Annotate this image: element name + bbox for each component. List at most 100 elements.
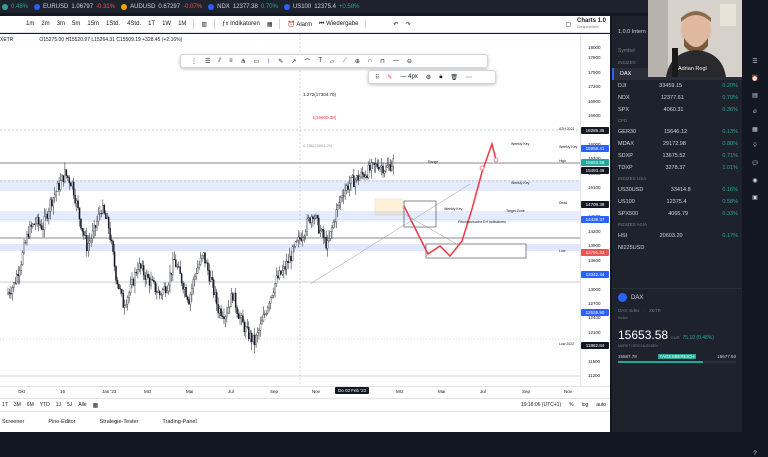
- candle: [382, 165, 384, 174]
- settings-icon[interactable]: ⚙: [426, 74, 431, 81]
- log-toggle[interactable]: log: [582, 402, 589, 408]
- candle: [215, 292, 218, 305]
- layout-button[interactable]: Charts 1.0 Gespeichert: [577, 18, 606, 30]
- delete-icon[interactable]: 🗑︎: [450, 74, 458, 81]
- price-chart[interactable]: 1.272(17304.79) 1(16600.38) 0.786(15994.…: [0, 34, 585, 386]
- range-button[interactable]: YTD: [40, 402, 50, 408]
- ideas-icon[interactable]: 💡︎: [753, 143, 757, 150]
- range-button[interactable]: 1T: [2, 402, 8, 408]
- watchlist-row[interactable]: HSI 20603.20 0.17%: [612, 230, 742, 242]
- grip-icon[interactable]: ⋮: [191, 58, 197, 65]
- undo-icon[interactable]: ↶: [393, 21, 398, 28]
- watchlist-row[interactable]: US30USD 33414.8 0.16%: [612, 184, 742, 196]
- text-icon[interactable]: T: [318, 58, 322, 64]
- ticker-item[interactable]: NDX 12377.38 0.70%: [208, 3, 278, 10]
- arrow-icon[interactable]: ↗: [291, 58, 296, 65]
- streams-icon[interactable]: ◉: [752, 177, 757, 184]
- interval-button[interactable]: 3m: [57, 21, 65, 27]
- candle: [100, 212, 103, 214]
- help-icon[interactable]: ?: [753, 451, 756, 457]
- candles-icon[interactable]: ▥: [201, 21, 207, 28]
- bottom-tab[interactable]: Strategie-Tester: [100, 419, 139, 425]
- percent-toggle[interactable]: %: [569, 402, 573, 408]
- templates-icon[interactable]: ▦: [267, 21, 273, 28]
- bottom-tab[interactable]: Trading-Panel: [162, 419, 196, 425]
- watchlist-row[interactable]: MDAX 29172.98 0.88%: [612, 138, 742, 150]
- replay-button[interactable]: ⏮ Wiedergabe: [319, 21, 358, 28]
- range-button[interactable]: Alle: [78, 402, 86, 408]
- auto-toggle[interactable]: auto: [596, 402, 606, 408]
- fib-icon[interactable]: ≡: [229, 58, 233, 64]
- watchlist-row[interactable]: US100 12375.4 0.58%: [612, 196, 742, 208]
- interval-button[interactable]: 1Std.: [106, 21, 120, 27]
- date-range-icon[interactable]: ▦: [93, 402, 99, 409]
- hline-icon[interactable]: ☰: [205, 58, 210, 65]
- magnet-icon[interactable]: ∩: [368, 58, 372, 64]
- watchlist-change: 0.70%: [722, 95, 738, 101]
- watchlist-row[interactable]: NDX 12377.61 0.70%: [612, 92, 742, 104]
- candle: [18, 270, 21, 277]
- measure-icon[interactable]: ⟋: [343, 58, 347, 65]
- data-window-icon[interactable]: ▤: [752, 92, 758, 99]
- alarm-button[interactable]: ⏰ Alarm: [287, 21, 312, 28]
- watchlist-icon[interactable]: ☰: [752, 58, 757, 65]
- ticker-item[interactable]: EURUSD 1.06797 -0.31%: [34, 3, 115, 10]
- lock-icon[interactable]: 🔒︎: [439, 74, 442, 81]
- ticker-item[interactable]: US100 12375.4 +0.58%: [283, 3, 359, 10]
- watchlist-row[interactable]: DJI 33459.15 0.20%: [612, 80, 742, 92]
- layout-grid-icon[interactable]: ▢: [565, 21, 571, 28]
- calendar-icon[interactable]: ▦: [752, 126, 758, 133]
- interval-button[interactable]: 5m: [72, 21, 80, 27]
- hotlist-icon[interactable]: 🔥︎: [753, 109, 757, 116]
- chat-icon[interactable]: 💬︎: [751, 160, 759, 167]
- line-width-selector[interactable]: — 4px: [400, 74, 417, 80]
- channel-icon[interactable]: ⫽: [218, 58, 221, 65]
- marker-icon[interactable]: ⌒: [304, 57, 310, 66]
- watchlist-row[interactable]: SPX500 4065.79 0.33%: [612, 208, 742, 220]
- close-icon[interactable]: ⊖: [407, 58, 412, 65]
- brush-icon[interactable]: ⌇: [267, 58, 270, 65]
- range-button[interactable]: 5J: [67, 402, 72, 408]
- interval-button[interactable]: 2m: [41, 21, 49, 27]
- color-pen-icon[interactable]: ✎: [387, 74, 392, 81]
- range-button[interactable]: 3M: [14, 402, 21, 408]
- interval-button[interactable]: 1T: [148, 21, 155, 27]
- range-button[interactable]: 1J: [56, 402, 61, 408]
- price-tag-value: 14709.38: [585, 202, 605, 207]
- interval-button[interactable]: 4Std.: [127, 21, 141, 27]
- watchlist-row[interactable]: NI225USD: [612, 242, 742, 254]
- hide-icon[interactable]: —: [393, 58, 399, 64]
- bottom-tab[interactable]: Screener: [2, 419, 24, 425]
- shape-icon[interactable]: ▱: [330, 58, 335, 65]
- watchlist-row[interactable]: SPX 4060.31 0.36%: [612, 104, 742, 116]
- ticker-item[interactable]: AUDUSD 0.67297 -0.07%: [121, 3, 202, 10]
- interval-button[interactable]: 15m: [87, 21, 99, 27]
- ruler-icon[interactable]: ▭: [254, 58, 260, 65]
- candle: [386, 165, 389, 168]
- ticker-item[interactable]: 0.48%: [2, 3, 28, 10]
- watchlist-row[interactable]: SDXP 13675.52 0.71%: [612, 150, 742, 162]
- zoom-icon[interactable]: ⊕: [355, 58, 360, 65]
- pitchfork-icon[interactable]: ⋔: [241, 58, 246, 65]
- interval-button[interactable]: 1m: [26, 21, 34, 27]
- indicators-button[interactable]: ƒx Indikatoren: [222, 21, 260, 27]
- watchlist-row[interactable]: GER30 15646.12 0.13%: [612, 126, 742, 138]
- redo-icon[interactable]: ↷: [405, 21, 410, 28]
- calendar2-icon[interactable]: ▣: [752, 194, 758, 201]
- watchlist-section: CFD: [618, 118, 628, 123]
- chart-pane[interactable]: 1.272(17304.79) 1(16600.38) 0.786(15994.…: [0, 34, 585, 386]
- interval-button[interactable]: 1M: [178, 21, 186, 27]
- bottom-tab[interactable]: Pine-Editor: [48, 419, 75, 425]
- interval-button[interactable]: 1W: [162, 21, 171, 27]
- time-axis[interactable]: Okt16Jan '23MrzMaiJulSepNov2023MrzMaiJul…: [0, 386, 610, 398]
- grip-icon[interactable]: ⠿: [375, 74, 379, 81]
- pen-icon[interactable]: ✎: [278, 58, 283, 65]
- watchlist-row[interactable]: TDXP 3278.37 1.01%: [612, 162, 742, 174]
- lock-icon[interactable]: ⊓: [380, 58, 385, 65]
- candle: [271, 295, 273, 298]
- candle: [316, 215, 319, 219]
- more-icon[interactable]: ⋯: [466, 74, 472, 81]
- watchlist-symbol: US30USD: [618, 187, 644, 193]
- alerts-icon[interactable]: ⏰: [751, 75, 758, 82]
- range-button[interactable]: 6M: [27, 402, 34, 408]
